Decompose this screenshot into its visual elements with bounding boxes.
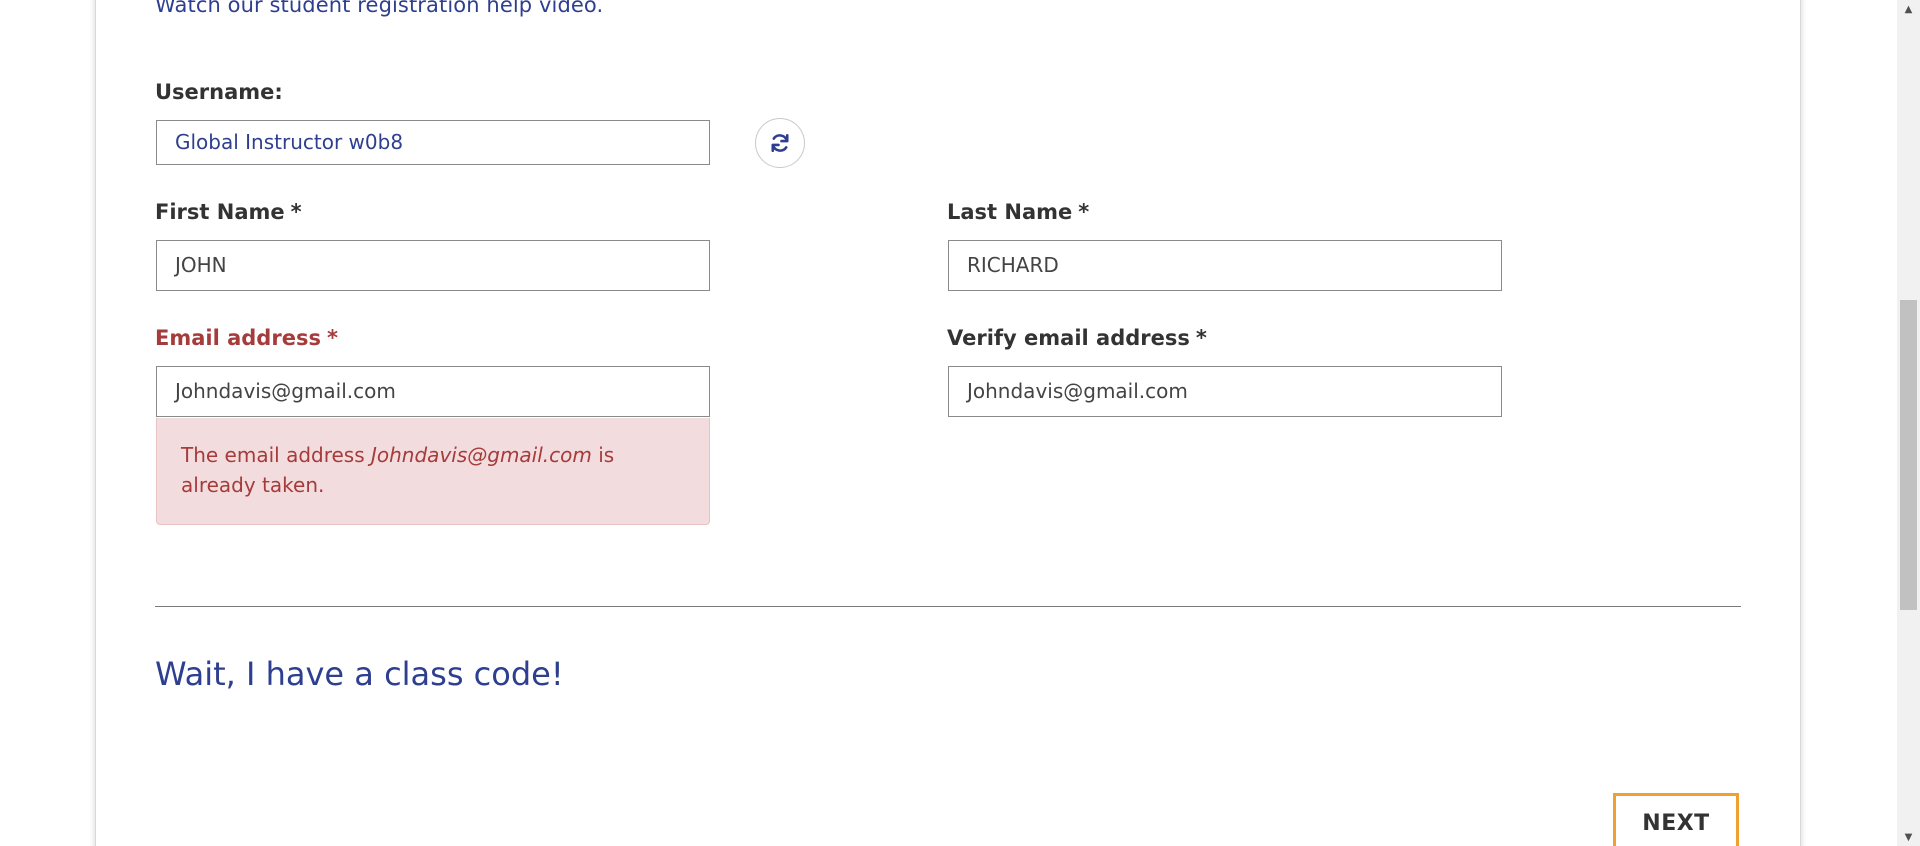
scrollbar[interactable]: ▲ ▼: [1897, 0, 1920, 846]
scroll-up-arrow-icon[interactable]: ▲: [1897, 0, 1920, 18]
required-mark: *: [326, 326, 338, 350]
error-text-prefix: The email address: [181, 443, 371, 467]
required-mark: *: [1195, 326, 1207, 350]
required-mark: *: [290, 200, 302, 224]
required-mark: *: [1078, 200, 1090, 224]
class-code-link[interactable]: Wait, I have a class code!: [155, 655, 564, 693]
last-name-field[interactable]: RICHARD: [948, 240, 1502, 291]
email-field[interactable]: Johndavis@gmail.com: [156, 366, 710, 417]
verify-email-field[interactable]: Johndavis@gmail.com: [948, 366, 1502, 417]
first-name-field[interactable]: JOHN: [156, 240, 710, 291]
last-name-label: Last Name *: [947, 200, 1089, 224]
email-error-message: The email address Johndavis@gmail.com is…: [156, 418, 710, 525]
scroll-thumb[interactable]: [1900, 300, 1917, 610]
verify-email-label-text: Verify email address: [947, 326, 1190, 350]
email-label: Email address *: [155, 326, 338, 350]
first-name-label: First Name *: [155, 200, 302, 224]
error-email: Johndavis@gmail.com: [371, 443, 592, 467]
first-name-label-text: First Name: [155, 200, 285, 224]
username-field[interactable]: Global Instructor w0b8: [156, 120, 710, 165]
section-divider: [155, 606, 1741, 607]
help-video-link[interactable]: Watch our student registration help vide…: [155, 0, 603, 17]
scroll-down-arrow-icon[interactable]: ▼: [1897, 828, 1920, 846]
refresh-username-button[interactable]: [755, 118, 805, 168]
username-label: Username:: [155, 80, 283, 104]
page: Watch our student registration help vide…: [0, 0, 1920, 846]
email-label-text: Email address: [155, 326, 321, 350]
verify-email-label: Verify email address *: [947, 326, 1207, 350]
next-button[interactable]: NEXT: [1613, 793, 1739, 846]
refresh-icon: [771, 134, 789, 152]
last-name-label-text: Last Name: [947, 200, 1073, 224]
